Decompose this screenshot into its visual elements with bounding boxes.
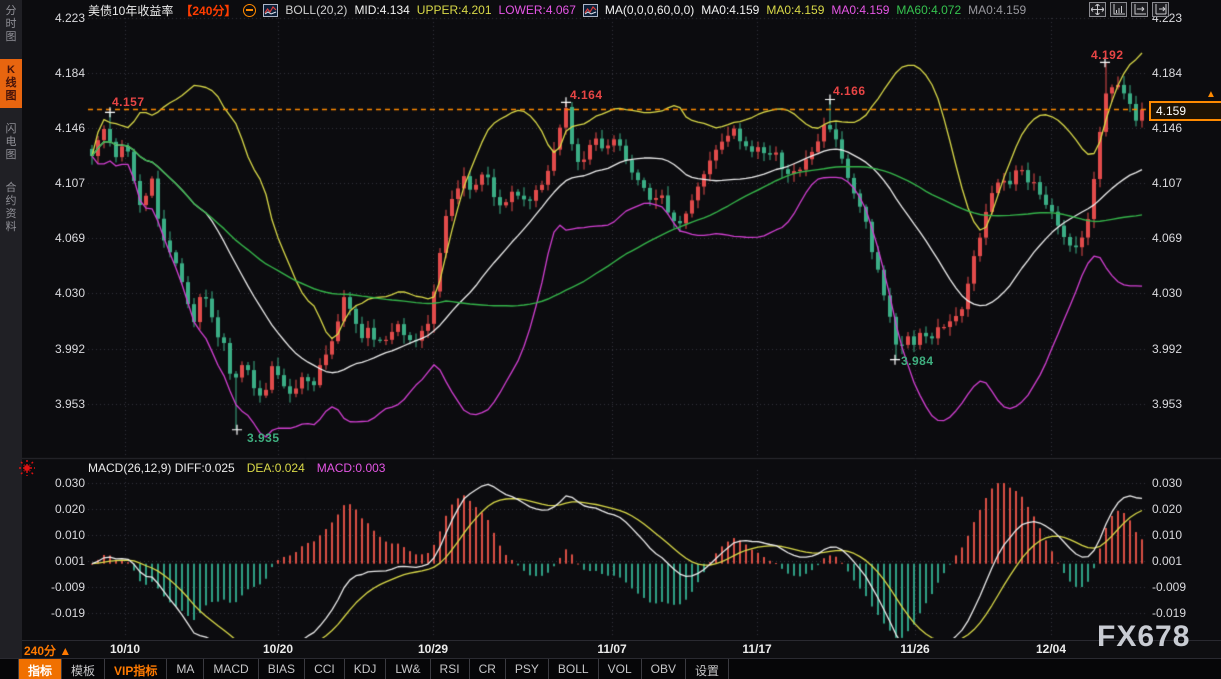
- chart-tool-buttons: [1089, 2, 1169, 17]
- chart-header: 美债10年收益率 【240分】 BOLL(20,2) MID:4.134 UPPER…: [88, 2, 1026, 18]
- macd-axis-label-left: -0.009: [30, 580, 85, 594]
- macd-axis-label-right: 0.001: [1152, 554, 1182, 568]
- price-up-arrow-icon: ▲: [1206, 89, 1216, 100]
- x-axis-date-label: 12/04: [1036, 642, 1066, 656]
- y-axis-label-right: 4.069: [1152, 231, 1182, 245]
- macd-macd-value: MACD:0.003: [317, 461, 386, 475]
- x-axis-date-label: 10/29: [418, 642, 448, 656]
- high-price-label: 4.192: [1091, 48, 1124, 62]
- indicator-value: MID:4.134: [354, 3, 409, 17]
- chart-canvas[interactable]: [0, 0, 1221, 658]
- toolbar-button-macd[interactable]: MACD: [204, 659, 258, 679]
- indicator-value: BOLL(20,2): [285, 3, 347, 17]
- y-axis-label-right: 4.184: [1152, 66, 1182, 80]
- indicator-value: MA0:4.159: [831, 3, 889, 17]
- indicator-value: UPPER:4.201: [417, 3, 492, 17]
- toolbar-button-cr[interactable]: CR: [470, 659, 506, 679]
- macd-axis-label-left: 0.020: [30, 502, 85, 516]
- x-axis-date-label: 11/07: [597, 642, 626, 656]
- minus-circle-icon[interactable]: [243, 4, 256, 17]
- y-axis-label-left: 4.030: [30, 286, 85, 300]
- macd-axis-label-left: 0.030: [30, 476, 85, 490]
- y-axis-label-left: 4.184: [30, 66, 85, 80]
- toolbar-button-kdj[interactable]: KDJ: [345, 659, 387, 679]
- left-sidebar: 分时图 K线图闪电图合约资料: [0, 0, 22, 658]
- toolbar-button-obv[interactable]: OBV: [642, 659, 686, 679]
- period-badge: 【240分】: [180, 2, 236, 19]
- y-axis-scale-icon[interactable]: [1110, 2, 1127, 17]
- y-axis-label-left: 3.992: [30, 342, 85, 356]
- sidebar-tab[interactable]: 合约资料: [0, 177, 22, 239]
- macd-axis-label-right: 0.020: [1152, 502, 1182, 516]
- macd-dea-value: DEA:0.024: [247, 461, 305, 475]
- y-axis-label-left: 3.953: [30, 397, 85, 411]
- y-axis-label-left: 4.069: [30, 231, 85, 245]
- x-axis-date-label: 11/26: [900, 642, 929, 656]
- toolbar-button-psy[interactable]: PSY: [506, 659, 549, 679]
- restore-view-icon[interactable]: [1152, 2, 1169, 17]
- toolbar-button-ma[interactable]: MA: [167, 659, 204, 679]
- instrument-title: 美债10年收益率: [88, 2, 173, 19]
- macd-axis-label-right: -0.019: [1152, 606, 1186, 620]
- toolbar-button-vip指标[interactable]: VIP指标: [105, 659, 167, 679]
- indicator-chart-icon[interactable]: [263, 4, 278, 17]
- indicator-value: MA(0,0,0,60,0,0): [605, 3, 694, 17]
- indicator-value: MA0:4.159: [968, 3, 1026, 17]
- toolbar-button-bias[interactable]: BIAS: [259, 659, 305, 679]
- macd-diff-value: MACD(26,12,9) DIFF:0.025: [88, 461, 235, 475]
- x-axis-scale-icon[interactable]: [1131, 2, 1148, 17]
- alert-flash-icon[interactable]: [17, 459, 37, 482]
- pan-move-icon[interactable]: [1089, 2, 1106, 17]
- toolbar-button-cci[interactable]: CCI: [305, 659, 345, 679]
- high-price-label: 4.164: [570, 88, 603, 102]
- indicator-value: LOWER:4.067: [499, 3, 576, 17]
- toolbar-button-rsi[interactable]: RSI: [431, 659, 470, 679]
- period-label-bottom[interactable]: 240分 ▲: [24, 642, 71, 659]
- x-axis-date-label: 11/17: [742, 642, 771, 656]
- y-axis-label-left: 4.146: [30, 121, 85, 135]
- toolbar-button-设置[interactable]: 设置: [686, 659, 729, 679]
- macd-axis-label-right: 0.010: [1152, 528, 1182, 542]
- toolbar-button-boll[interactable]: BOLL: [549, 659, 599, 679]
- current-price-value: 4.159: [1156, 104, 1186, 118]
- sidebar-tab[interactable]: 分时图: [0, 0, 22, 49]
- toolbar-button-模板[interactable]: 模板: [62, 659, 105, 679]
- indicator-chart-icon[interactable]: [583, 4, 598, 17]
- high-price-label: 4.166: [833, 84, 866, 98]
- toolbar-button-vol[interactable]: VOL: [599, 659, 642, 679]
- y-axis-label-right: 4.146: [1152, 121, 1182, 135]
- indicator-value: MA60:4.072: [896, 3, 961, 17]
- watermark-logo: FX678: [1097, 620, 1190, 654]
- y-axis-label-right: 3.992: [1152, 342, 1182, 356]
- macd-axis-label-right: -0.009: [1152, 580, 1186, 594]
- low-price-label: 3.984: [901, 354, 934, 368]
- x-axis-date-label: 10/10: [110, 642, 140, 656]
- sidebar-tab[interactable]: K线图: [0, 59, 22, 108]
- macd-axis-label-right: 0.030: [1152, 476, 1182, 490]
- y-axis-label-right: 3.953: [1152, 397, 1182, 411]
- high-price-label: 4.157: [112, 95, 145, 109]
- macd-axis-label-left: 0.001: [30, 554, 85, 568]
- y-axis-label-right: 4.030: [1152, 286, 1182, 300]
- y-axis-label-left: 4.223: [30, 11, 85, 25]
- macd-axis-label-left: -0.019: [30, 606, 85, 620]
- sidebar-tab[interactable]: 闪电图: [0, 118, 22, 167]
- toolbar-button-lw&[interactable]: LW&: [386, 659, 430, 679]
- indicator-value: MA0:4.159: [766, 3, 824, 17]
- toolbar-button-指标[interactable]: 指标: [18, 659, 62, 679]
- x-axis-date-label: 10/20: [263, 642, 293, 656]
- indicator-value: MA0:4.159: [701, 3, 759, 17]
- low-price-label: 3.935: [247, 431, 280, 445]
- current-price-box: 4.159: [1149, 101, 1221, 121]
- macd-axis-label-left: 0.010: [30, 528, 85, 542]
- indicator-toolbar: 指标模板VIP指标MAMACDBIASCCIKDJLW&RSICRPSYBOLL…: [0, 658, 1221, 679]
- macd-header: MACD(26,12,9) DIFF:0.025 DEA:0.024 MACD:…: [88, 461, 385, 475]
- indicator-values: BOLL(20,2) MID:4.134 UPPER:4.201 LOWER:4.06…: [263, 3, 1026, 17]
- y-axis-label-right: 4.107: [1152, 176, 1182, 190]
- y-axis-label-left: 4.107: [30, 176, 85, 190]
